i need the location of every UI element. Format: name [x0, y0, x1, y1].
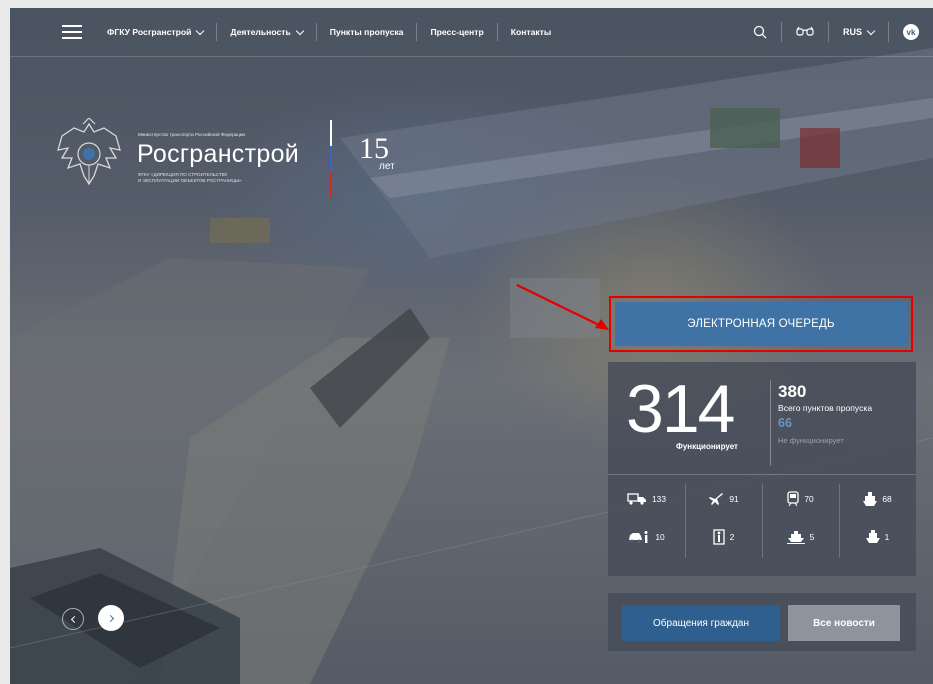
ferry-icon: [786, 531, 805, 544]
nav-item-rosgranstroy[interactable]: ФГКУ Росгранстрой: [94, 23, 218, 41]
ministry-caption: Министерство транспорта Российской Федер…: [138, 132, 245, 137]
citizens-appeals-button[interactable]: Обращения граждан: [622, 605, 780, 641]
accessibility-button[interactable]: [780, 22, 828, 42]
stat-ship[interactable]: 68: [839, 484, 916, 514]
functioning-count: 314: [626, 371, 735, 447]
accessibility-glasses-icon: [796, 26, 814, 36]
chevron-down-icon: [866, 26, 876, 35]
chevron-down-icon: [295, 26, 305, 35]
header-tools: RUS vk: [739, 8, 933, 56]
brand-subtitle: ФГКУ «ДИРЕКЦИЯ ПО СТРОИТЕЛЬСТВУ И ЭКСПЛУ…: [138, 172, 242, 183]
stat-car-pedestrian[interactable]: 10: [608, 522, 685, 552]
chevron-right-icon: [106, 614, 114, 622]
pedestrian-door-icon: [713, 529, 725, 545]
airplane-icon: [709, 493, 724, 505]
total-count: 380: [778, 382, 807, 401]
stat-airplane[interactable]: 91: [685, 484, 762, 514]
language-selector[interactable]: RUS: [827, 22, 888, 42]
stat-pedestrian-door[interactable]: 2: [685, 522, 762, 552]
checkpoint-stats-panel: 314 Функционирует 380 Всего пунктов проп…: [608, 362, 916, 576]
bottom-actions: Обращения граждан Все новости: [608, 593, 916, 651]
menu-icon[interactable]: [62, 25, 82, 39]
car-pedestrian-icon: [629, 531, 648, 543]
slider-next-button[interactable]: [98, 605, 124, 631]
nav-item-activity[interactable]: Деятельность: [217, 23, 317, 41]
search-icon: [753, 25, 767, 39]
not-functioning-label: Не функционирует: [778, 436, 844, 445]
vk-icon: vk: [903, 24, 919, 40]
total-label: Всего пунктов пропуска: [778, 403, 873, 413]
chevron-left-icon: [70, 615, 78, 623]
red-arrow-annotation: [516, 284, 609, 330]
vk-link[interactable]: vk: [888, 22, 933, 42]
nav-item-contacts[interactable]: Контакты: [498, 23, 565, 41]
anniversary-unit: лет: [379, 161, 395, 172]
stats-separator: [608, 474, 916, 475]
car-truck-icon: [627, 493, 646, 505]
functioning-label: Функционирует: [676, 442, 738, 451]
top-navigation-bar: ФГКУ Росгранстрой Деятельность Пункты пр…: [10, 8, 933, 57]
stat-river-boat[interactable]: 1: [839, 522, 916, 552]
all-news-button[interactable]: Все новости: [788, 605, 900, 641]
nav-item-press-center[interactable]: Пресс-центр: [417, 23, 498, 41]
site-logo[interactable]: Министерство транспорта Российской Федер…: [54, 114, 454, 204]
hero-frame: ФГКУ Росгранстрой Деятельность Пункты пр…: [10, 8, 933, 684]
chevron-down-icon: [196, 26, 205, 35]
brand-name: Росгранстрой: [137, 140, 300, 168]
stat-ferry[interactable]: 5: [762, 522, 839, 552]
electronic-queue-button[interactable]: ЭЛЕКТРОННАЯ ОЧЕРЕДЬ: [615, 302, 907, 346]
stats-divider: [770, 380, 771, 466]
queue-highlight-box: ЭЛЕКТРОННАЯ ОЧЕРЕДЬ: [609, 296, 913, 352]
ship-icon: [863, 492, 878, 506]
flag-divider: [330, 120, 332, 200]
not-functioning-count: 66: [778, 416, 792, 430]
stat-train[interactable]: 70: [762, 484, 839, 514]
double-headed-eagle-emblem-icon: [57, 118, 121, 186]
main-nav: ФГКУ Росгранстрой Деятельность Пункты пр…: [94, 8, 564, 56]
stat-car-truck[interactable]: 133: [608, 484, 685, 514]
anniversary-badge: 15 лет: [359, 132, 395, 172]
slider-prev-button[interactable]: [62, 608, 84, 630]
river-boat-icon: [865, 530, 880, 543]
train-icon: [787, 491, 799, 507]
nav-item-checkpoints[interactable]: Пункты пропуска: [317, 23, 418, 41]
search-button[interactable]: [739, 22, 781, 42]
